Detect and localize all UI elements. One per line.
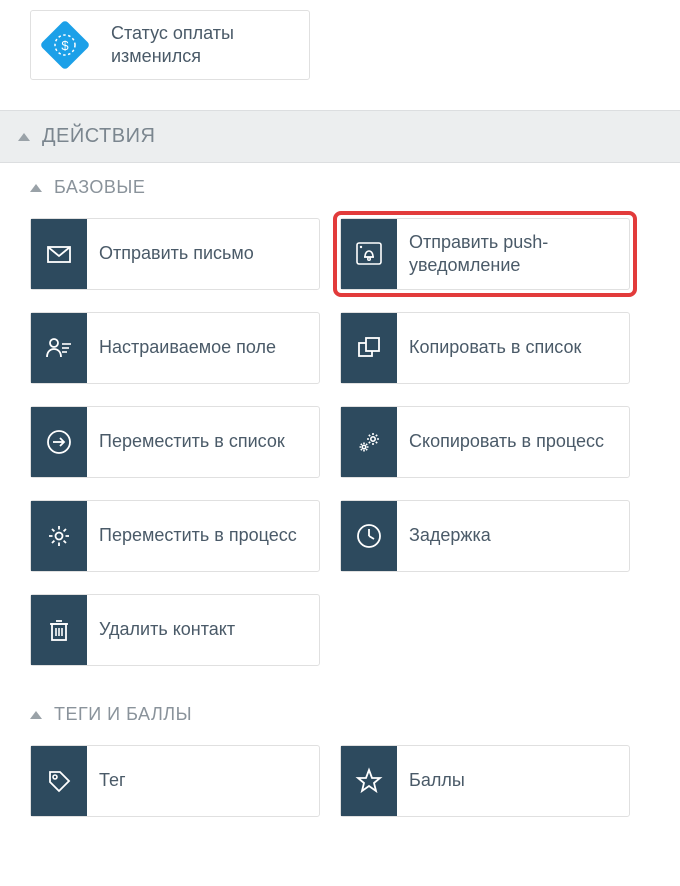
clock-icon — [341, 501, 397, 571]
section-title: ДЕЙСТВИЯ — [42, 125, 155, 148]
arrow-right-circle-icon — [31, 407, 87, 477]
subsection-basic-header[interactable]: БАЗОВЫЕ — [0, 163, 680, 210]
action-delay[interactable]: Задержка — [340, 500, 630, 572]
action-copy-to-process[interactable]: Скопировать в процесс — [340, 406, 630, 478]
action-move-to-process[interactable]: Переместить в процесс — [30, 500, 320, 572]
action-points[interactable]: Баллы — [340, 745, 630, 817]
action-label: Отправить push-уведомление — [397, 219, 629, 289]
action-label: Тег — [87, 746, 138, 816]
copy-icon — [341, 313, 397, 383]
action-tag[interactable]: Тег — [30, 745, 320, 817]
triggers-area: $ Статус оплаты изменился — [0, 0, 680, 110]
action-delete-contact[interactable]: Удалить контакт — [30, 594, 320, 666]
action-label: Задержка — [397, 501, 503, 571]
action-label: Удалить контакт — [87, 595, 247, 665]
caret-up-icon — [18, 133, 30, 141]
dollar-diamond-icon: $ — [31, 11, 99, 79]
tag-icon — [31, 746, 87, 816]
trigger-payment-status[interactable]: $ Статус оплаты изменился — [30, 10, 310, 80]
action-label: Копировать в список — [397, 313, 593, 383]
action-label: Баллы — [397, 746, 477, 816]
action-label: Переместить в список — [87, 407, 297, 477]
action-label: Настраиваемое поле — [87, 313, 288, 383]
gears-icon — [341, 407, 397, 477]
basic-actions-grid: Отправить письмо Отправить push-уведомле… — [0, 210, 680, 690]
caret-up-icon — [30, 184, 42, 192]
action-custom-field[interactable]: Настраиваемое поле — [30, 312, 320, 384]
action-copy-to-list[interactable]: Копировать в список — [340, 312, 630, 384]
subsection-title: БАЗОВЫЕ — [54, 177, 145, 198]
action-move-to-list[interactable]: Переместить в список — [30, 406, 320, 478]
trigger-label: Статус оплаты изменился — [99, 22, 309, 69]
action-send-email[interactable]: Отправить письмо — [30, 218, 320, 290]
subsection-tags-header[interactable]: ТЕГИ И БАЛЛЫ — [0, 690, 680, 737]
star-icon — [341, 746, 397, 816]
trash-icon — [31, 595, 87, 665]
gear-icon — [31, 501, 87, 571]
tags-actions-grid: Тег Баллы — [0, 737, 680, 841]
svg-text:$: $ — [61, 38, 69, 53]
user-field-icon — [31, 313, 87, 383]
subsection-title: ТЕГИ И БАЛЛЫ — [54, 704, 192, 725]
action-label: Скопировать в процесс — [397, 407, 616, 477]
action-send-push[interactable]: Отправить push-уведомление — [340, 218, 630, 290]
action-label: Переместить в процесс — [87, 501, 309, 571]
envelope-icon — [31, 219, 87, 289]
caret-up-icon — [30, 711, 42, 719]
section-actions-header[interactable]: ДЕЙСТВИЯ — [0, 110, 680, 163]
action-label: Отправить письмо — [87, 219, 266, 289]
push-notification-icon — [341, 219, 397, 289]
